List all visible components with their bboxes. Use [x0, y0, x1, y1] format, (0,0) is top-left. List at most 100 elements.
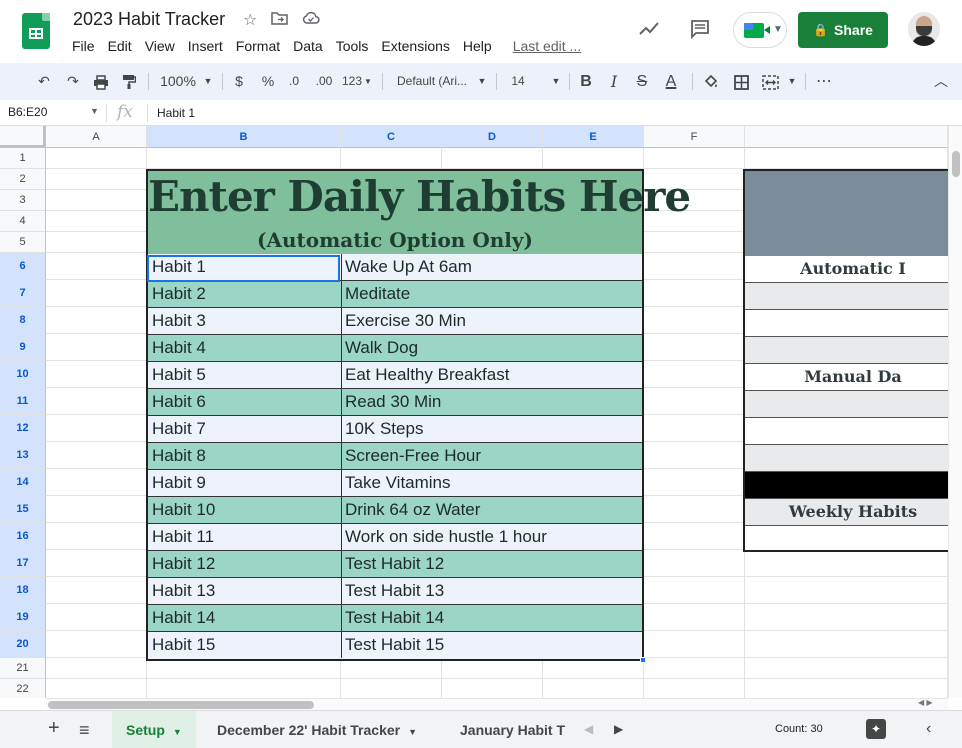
habit-key-cell[interactable]: Habit 3	[148, 308, 342, 334]
more-options-icon[interactable]: ⋯	[814, 63, 834, 100]
row-header[interactable]: 6	[0, 253, 46, 280]
summary-row[interactable]	[745, 283, 948, 310]
row-header[interactable]: 11	[0, 388, 46, 415]
menu-data[interactable]: Data	[293, 38, 323, 56]
document-title[interactable]: 2023 Habit Tracker	[73, 9, 225, 30]
habit-name-cell[interactable]: Screen-Free Hour	[342, 443, 642, 469]
automatic-label[interactable]: Automatic I	[745, 256, 948, 283]
summary-row[interactable]	[745, 418, 948, 445]
habit-name-cell[interactable]: Eat Healthy Breakfast	[342, 362, 642, 388]
increase-decimal-button[interactable]: .00	[312, 63, 336, 100]
chevron-down-icon[interactable]: ▼	[786, 63, 798, 100]
row-header[interactable]: 19	[0, 604, 46, 631]
habit-name-cell[interactable]: Read 30 Min	[342, 389, 642, 415]
row-header[interactable]: 20	[0, 631, 46, 658]
vertical-scrollbar[interactable]	[948, 126, 962, 698]
column-header[interactable]: E	[543, 126, 644, 148]
row-header[interactable]: 17	[0, 550, 46, 577]
row-header[interactable]: 12	[0, 415, 46, 442]
avatar[interactable]	[908, 12, 940, 46]
print-icon[interactable]	[90, 63, 112, 100]
habit-name-cell[interactable]: Test Habit 12	[342, 551, 642, 577]
sheets-logo-icon[interactable]	[22, 13, 50, 49]
weekly-label[interactable]: Weekly Habits	[745, 499, 948, 526]
spreadsheet-grid[interactable]: ABCDEF 1 2 3 4 5 6 7 8 9 10 11 12 13 14 15 16 17 18 19 20 21…	[0, 126, 948, 698]
trend-icon[interactable]	[638, 19, 660, 43]
row-header[interactable]: 8	[0, 307, 46, 334]
star-icon[interactable]: ☆	[243, 10, 257, 30]
habit-key-cell[interactable]: Habit 15	[148, 632, 342, 658]
habit-name-cell[interactable]: Meditate	[342, 281, 642, 307]
column-header[interactable]: F	[644, 126, 745, 148]
text-color-button[interactable]: A	[661, 63, 681, 100]
summary-row[interactable]	[745, 391, 948, 418]
sheet-tab-setup[interactable]: Setup ▼	[112, 711, 196, 748]
habit-key-cell[interactable]: Habit 8	[148, 443, 342, 469]
row-header[interactable]: 16	[0, 523, 46, 550]
menu-tools[interactable]: Tools	[336, 38, 369, 56]
row-header[interactable]: 4	[0, 211, 46, 232]
font-family-select[interactable]: Default (Ari...	[397, 63, 471, 100]
summary-divider-row[interactable]	[745, 472, 948, 499]
menu-view[interactable]: View	[145, 38, 175, 56]
menu-extensions[interactable]: Extensions	[381, 38, 449, 56]
habit-name-cell[interactable]: Test Habit 15	[342, 632, 642, 658]
explore-icon[interactable]: ✦	[866, 719, 886, 739]
fill-handle[interactable]	[640, 657, 646, 663]
habit-key-cell[interactable]: Habit 1	[148, 254, 342, 280]
chevron-left-icon[interactable]: ‹	[926, 720, 931, 738]
undo-icon[interactable]: ↶	[33, 63, 55, 100]
habit-key-cell[interactable]: Habit 4	[148, 335, 342, 361]
row-header[interactable]: 14	[0, 469, 46, 496]
column-header[interactable]: C	[341, 126, 442, 148]
habit-name-cell[interactable]: Exercise 30 Min	[342, 308, 642, 334]
row-header[interactable]: 7	[0, 280, 46, 307]
decrease-decimal-button[interactable]: .0	[284, 63, 304, 100]
zoom-select[interactable]: 100%	[158, 63, 198, 100]
menu-file[interactable]: File	[72, 38, 95, 56]
horizontal-scrollbar[interactable]	[46, 698, 948, 710]
chevron-right-icon[interactable]: ▶	[614, 722, 623, 736]
habit-name-cell[interactable]: Wake Up At 6am	[342, 254, 642, 280]
habits-banner[interactable]: Enter Daily Habits Here (Automatic Optio…	[146, 169, 691, 254]
chevron-down-icon[interactable]: ▼	[550, 63, 562, 100]
percent-format-button[interactable]: %	[259, 63, 277, 100]
habit-key-cell[interactable]: Habit 12	[148, 551, 342, 577]
column-header[interactable]	[745, 126, 948, 148]
chevron-down-icon[interactable]: ▼	[476, 63, 488, 100]
habit-name-cell[interactable]: Test Habit 13	[342, 578, 642, 604]
summary-row[interactable]	[745, 445, 948, 472]
strikethrough-button[interactable]: S	[634, 63, 650, 100]
habit-key-cell[interactable]: Habit 11	[148, 524, 342, 550]
formula-input[interactable]: Habit 1	[157, 106, 195, 120]
chevron-down-icon[interactable]: ▼	[90, 106, 99, 116]
row-header[interactable]: 9	[0, 334, 46, 361]
menu-insert[interactable]: Insert	[188, 38, 223, 56]
sheet-tab-january[interactable]: January Habit T	[446, 711, 574, 748]
chevron-down-icon[interactable]: ▼	[202, 63, 214, 100]
habit-key-cell[interactable]: Habit 2	[148, 281, 342, 307]
count-summary[interactable]: Count: 30	[775, 723, 823, 735]
borders-icon[interactable]	[731, 63, 751, 100]
name-box[interactable]: B6:E20	[8, 105, 47, 119]
habit-name-cell[interactable]: Walk Dog	[342, 335, 642, 361]
habit-key-cell[interactable]: Habit 13	[148, 578, 342, 604]
sheet-tab-december[interactable]: December 22' Habit Tracker ▼	[203, 711, 431, 748]
italic-button[interactable]: I	[606, 63, 622, 100]
comments-icon[interactable]	[690, 19, 710, 45]
row-header[interactable]: 5	[0, 232, 46, 253]
summary-row[interactable]	[745, 337, 948, 364]
summary-row[interactable]	[745, 310, 948, 337]
fill-color-icon[interactable]	[701, 63, 721, 100]
column-header[interactable]: D	[442, 126, 543, 148]
chevron-up-icon[interactable]: ︿	[932, 63, 950, 100]
paint-format-icon[interactable]	[118, 63, 140, 100]
redo-icon[interactable]: ↷	[62, 63, 84, 100]
meet-button[interactable]: ▼	[733, 12, 787, 48]
manual-label[interactable]: Manual Da	[745, 364, 948, 391]
row-header[interactable]: 13	[0, 442, 46, 469]
move-to-folder-icon[interactable]	[271, 11, 288, 28]
row-header[interactable]: 18	[0, 577, 46, 604]
menu-help[interactable]: Help	[463, 38, 492, 56]
select-all-corner[interactable]	[0, 126, 46, 148]
